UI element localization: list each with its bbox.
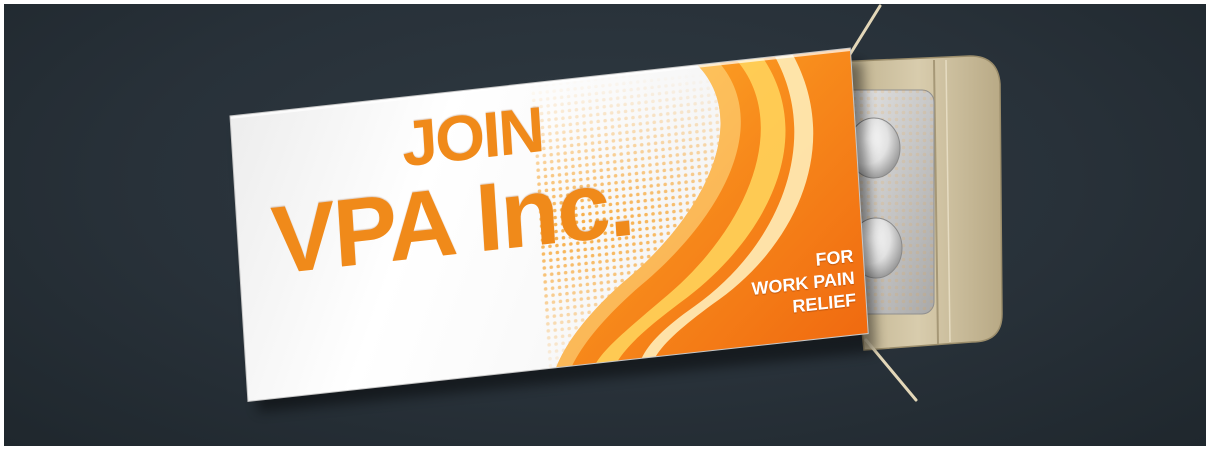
promo-banner: JOIN VPA Inc. FOR WORK PAIN RELIEF: [4, 4, 1206, 446]
